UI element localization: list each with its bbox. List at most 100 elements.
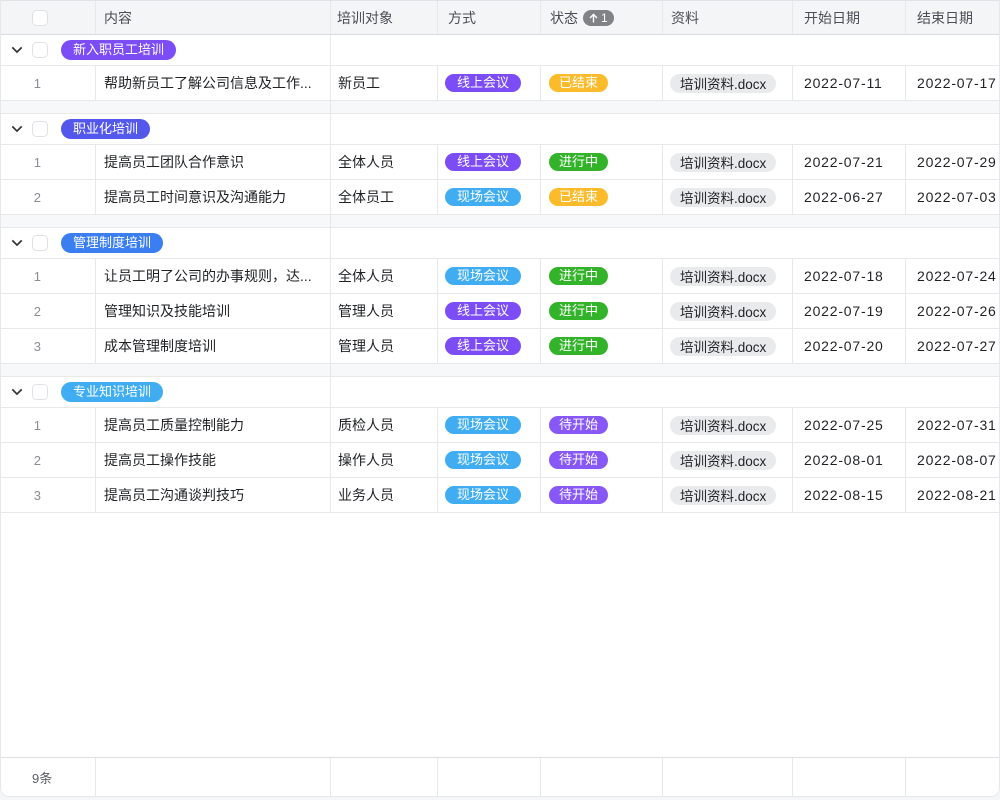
cell-status[interactable]: 待开始 <box>541 408 663 442</box>
cell-material[interactable]: 培训资料.docx <box>663 443 793 477</box>
cell-start-date[interactable]: 2022-08-15 <box>793 478 906 512</box>
column-header-content[interactable]: 内容 <box>96 1 331 34</box>
cell-start-date[interactable]: 2022-07-20 <box>793 329 906 363</box>
cell-end-date[interactable]: 2022-07-26 <box>906 294 999 328</box>
cell-target[interactable]: 全体人员 <box>331 259 438 293</box>
cell-target[interactable]: 新员工 <box>331 66 438 100</box>
row-number-cell[interactable]: 1 <box>1 259 96 293</box>
file-attachment[interactable]: 培训资料.docx <box>670 337 776 356</box>
cell-start-date[interactable]: 2022-07-11 <box>793 66 906 100</box>
cell-content[interactable]: 成本管理制度培训 <box>96 329 331 363</box>
cell-method[interactable]: 现场会议 <box>438 180 541 214</box>
cell-start-date[interactable]: 2022-08-01 <box>793 443 906 477</box>
file-attachment[interactable]: 培训资料.docx <box>670 267 776 286</box>
cell-end-date[interactable]: 2022-07-31 <box>906 408 999 442</box>
cell-material[interactable]: 培训资料.docx <box>663 66 793 100</box>
cell-status[interactable]: 进行中 <box>541 329 663 363</box>
column-header-end[interactable]: 结束日期 <box>906 1 999 34</box>
cell-start-date[interactable]: 2022-06-27 <box>793 180 906 214</box>
cell-content[interactable]: 提高员工团队合作意识 <box>96 145 331 179</box>
collapse-group-icon[interactable] <box>11 44 23 56</box>
cell-method[interactable]: 线上会议 <box>438 66 541 100</box>
file-attachment[interactable]: 培训资料.docx <box>670 416 776 435</box>
file-attachment[interactable]: 培训资料.docx <box>670 188 776 207</box>
group-row-spacer <box>331 228 999 258</box>
collapse-group-icon[interactable] <box>11 123 23 135</box>
cell-target[interactable]: 全体人员 <box>331 145 438 179</box>
cell-target[interactable]: 管理人员 <box>331 329 438 363</box>
cell-material[interactable]: 培训资料.docx <box>663 145 793 179</box>
select-all-checkbox[interactable] <box>32 10 48 26</box>
sort-badge[interactable]: 1 <box>583 10 614 26</box>
group-checkbox[interactable] <box>32 384 48 400</box>
file-attachment[interactable]: 培训资料.docx <box>670 302 776 321</box>
column-header-target[interactable]: 培训对象 <box>331 1 438 34</box>
row-number-cell[interactable]: 2 <box>1 443 96 477</box>
cell-target[interactable]: 操作人员 <box>331 443 438 477</box>
file-attachment[interactable]: 培训资料.docx <box>670 74 776 93</box>
row-number-cell[interactable]: 3 <box>1 478 96 512</box>
cell-target[interactable]: 业务人员 <box>331 478 438 512</box>
sort-ascending-icon <box>589 13 598 23</box>
cell-method[interactable]: 现场会议 <box>438 443 541 477</box>
cell-method[interactable]: 线上会议 <box>438 294 541 328</box>
cell-target[interactable]: 质检人员 <box>331 408 438 442</box>
cell-method[interactable]: 现场会议 <box>438 478 541 512</box>
file-attachment[interactable]: 培训资料.docx <box>670 153 776 172</box>
cell-content[interactable]: 提高员工质量控制能力 <box>96 408 331 442</box>
cell-status[interactable]: 进行中 <box>541 145 663 179</box>
cell-status[interactable]: 已结束 <box>541 180 663 214</box>
group-checkbox[interactable] <box>32 121 48 137</box>
row-number-cell[interactable]: 3 <box>1 329 96 363</box>
cell-material[interactable]: 培训资料.docx <box>663 408 793 442</box>
group-checkbox[interactable] <box>32 235 48 251</box>
cell-start-date[interactable]: 2022-07-18 <box>793 259 906 293</box>
cell-end-date[interactable]: 2022-07-17 <box>906 66 999 100</box>
cell-start-date[interactable]: 2022-07-21 <box>793 145 906 179</box>
cell-material[interactable]: 培训资料.docx <box>663 294 793 328</box>
cell-method[interactable]: 线上会议 <box>438 329 541 363</box>
cell-end-date[interactable]: 2022-08-07 <box>906 443 999 477</box>
cell-target[interactable]: 全体员工 <box>331 180 438 214</box>
cell-end-date[interactable]: 2022-07-29 <box>906 145 999 179</box>
column-header-status[interactable]: 状态 1 <box>541 1 663 34</box>
row-number-cell[interactable]: 2 <box>1 294 96 328</box>
cell-status[interactable]: 待开始 <box>541 478 663 512</box>
collapse-group-icon[interactable] <box>11 386 23 398</box>
column-header-material[interactable]: 资料 <box>663 1 793 34</box>
cell-end-date[interactable]: 2022-08-21 <box>906 478 999 512</box>
cell-status[interactable]: 进行中 <box>541 259 663 293</box>
cell-status[interactable]: 进行中 <box>541 294 663 328</box>
cell-method[interactable]: 现场会议 <box>438 408 541 442</box>
cell-material[interactable]: 培训资料.docx <box>663 259 793 293</box>
collapse-group-icon[interactable] <box>11 237 23 249</box>
cell-content[interactable]: 提高员工沟通谈判技巧 <box>96 478 331 512</box>
cell-start-date[interactable]: 2022-07-25 <box>793 408 906 442</box>
row-number-cell[interactable]: 1 <box>1 145 96 179</box>
file-attachment[interactable]: 培训资料.docx <box>670 486 776 505</box>
row-number-cell[interactable]: 1 <box>1 408 96 442</box>
cell-material[interactable]: 培训资料.docx <box>663 478 793 512</box>
cell-content[interactable]: 提高员工操作技能 <box>96 443 331 477</box>
cell-target[interactable]: 管理人员 <box>331 294 438 328</box>
cell-status[interactable]: 待开始 <box>541 443 663 477</box>
cell-method[interactable]: 线上会议 <box>438 145 541 179</box>
cell-material[interactable]: 培训资料.docx <box>663 329 793 363</box>
cell-end-date[interactable]: 2022-07-24 <box>906 259 999 293</box>
cell-content[interactable]: 提高员工时间意识及沟通能力 <box>96 180 331 214</box>
cell-end-date[interactable]: 2022-07-03 <box>906 180 999 214</box>
column-header-start[interactable]: 开始日期 <box>793 1 906 34</box>
cell-status[interactable]: 已结束 <box>541 66 663 100</box>
column-header-method[interactable]: 方式 <box>438 1 541 34</box>
cell-content[interactable]: 帮助新员工了解公司信息及工作... <box>96 66 331 100</box>
cell-content[interactable]: 让员工明了公司的办事规则，达... <box>96 259 331 293</box>
group-checkbox[interactable] <box>32 42 48 58</box>
row-number-cell[interactable]: 2 <box>1 180 96 214</box>
cell-material[interactable]: 培训资料.docx <box>663 180 793 214</box>
cell-method[interactable]: 现场会议 <box>438 259 541 293</box>
cell-end-date[interactable]: 2022-07-27 <box>906 329 999 363</box>
row-number-cell[interactable]: 1 <box>1 66 96 100</box>
cell-content[interactable]: 管理知识及技能培训 <box>96 294 331 328</box>
cell-start-date[interactable]: 2022-07-19 <box>793 294 906 328</box>
file-attachment[interactable]: 培训资料.docx <box>670 451 776 470</box>
